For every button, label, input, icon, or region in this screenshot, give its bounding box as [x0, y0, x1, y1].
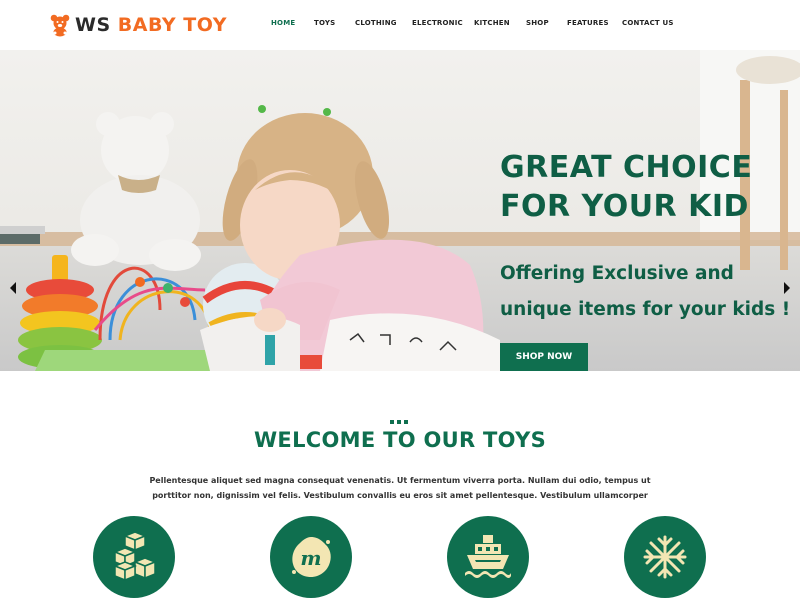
svg-text:m: m — [300, 546, 321, 570]
nav-contact-us[interactable]: CONTACT US — [622, 19, 674, 27]
feature-snowflake[interactable] — [624, 516, 706, 598]
welcome-text: Pellentesque aliquet sed magna consequat… — [149, 476, 651, 500]
nav-features[interactable]: FEATURES — [567, 19, 609, 27]
nav-toys[interactable]: TOYS — [314, 19, 335, 27]
section-divider-dots — [390, 420, 408, 424]
welcome-title: WELCOME TO OUR TOYS — [253, 428, 547, 452]
main-nav: HOME TOYS CLOTHING ELECTRONIC KITCHEN SH… — [0, 0, 800, 50]
feature-badge[interactable]: m — [270, 516, 352, 598]
blocks-icon — [112, 532, 157, 582]
hero-subtitle: Offering Exclusive and unique items for … — [500, 263, 791, 320]
nav-shop[interactable]: SHOP — [526, 19, 549, 27]
feature-ship[interactable] — [447, 516, 529, 598]
badge-m-icon: m — [292, 537, 331, 577]
snowflake-icon — [643, 535, 687, 579]
ship-icon — [465, 535, 511, 578]
nav-home[interactable]: HOME — [271, 19, 295, 27]
feature-blocks[interactable] — [93, 516, 175, 598]
nav-clothing[interactable]: CLOTHING — [355, 19, 397, 27]
nav-kitchen[interactable]: KITCHEN — [474, 19, 510, 27]
slider-prev-arrow-icon[interactable] — [8, 281, 18, 295]
hero-title: GREAT CHOICE FOR YOUR KID — [500, 150, 753, 224]
site-header: WS BABY TOY HOME TOYS CLOTHING ELECTRONI… — [0, 0, 800, 50]
shop-now-button[interactable]: SHOP NOW — [500, 343, 588, 371]
nav-electronic[interactable]: ELECTRONIC — [412, 19, 463, 27]
